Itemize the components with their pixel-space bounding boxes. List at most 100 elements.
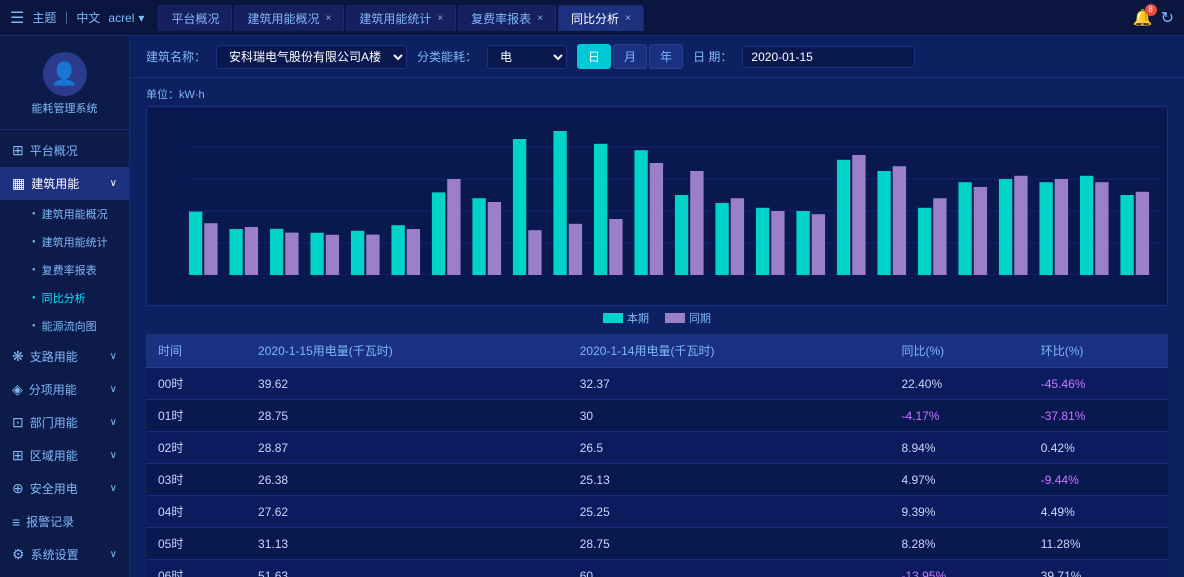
sidebar-item-label-alarm: 报警记录 [26, 513, 74, 530]
legend-current-color [603, 313, 623, 323]
btn-day[interactable]: 月 [613, 44, 647, 69]
close-tab-building-overview[interactable]: × [325, 13, 331, 24]
table-cell: 00时 [146, 368, 246, 400]
sidebar-item-label-dept: 部门用能 [30, 414, 78, 431]
sidebar-item-label-platform: 平台概况 [30, 142, 78, 159]
sidebar-item-alarm[interactable]: ≡ 报警记录 [0, 505, 129, 538]
sidebar-item-safety[interactable]: ⊕ 安全用电 ∨ [0, 472, 129, 505]
sidebar-item-building[interactable]: ▦ 建筑用能 ∨ [0, 167, 129, 200]
table-cell: 26.5 [568, 432, 890, 464]
menu-icon[interactable]: ☰ [10, 8, 24, 28]
tab-yoy-analysis[interactable]: 同比分析 × [558, 5, 644, 31]
table-area: 时间 2020-1-15用电量(千瓦时) 2020-1-14用电量(千瓦时) 同… [130, 334, 1184, 577]
table-cell: 04时 [146, 496, 246, 528]
close-tab-yoy-analysis[interactable]: × [625, 13, 631, 24]
dept-icon: ⊡ [12, 414, 24, 431]
btn-month[interactable]: 年 [649, 44, 683, 69]
chart-area: 单位：kW·h 0 20 40 60 80 100 0时1时2时3时4时5时6时… [130, 78, 1184, 334]
sub-item-label: 能源流向图 [42, 318, 97, 334]
table-cell: 39.71% [1029, 560, 1168, 577]
sidebar-item-branch[interactable]: ❋ 支路用能 ∨ [0, 340, 129, 373]
user-icon: 👤 [51, 61, 78, 87]
notification-icon[interactable]: 🔔 8 [1133, 8, 1153, 28]
table-cell: 4.97% [889, 464, 1028, 496]
building-icon: ▦ [12, 175, 25, 192]
btn-hour[interactable]: 日 [577, 44, 611, 69]
branch-icon: ❋ [12, 348, 24, 365]
legend-prev-label: 同期 [689, 310, 711, 326]
legend-prev: 同期 [665, 310, 711, 326]
main-content: 建筑名称： 安科瑞电气股份有限公司A楼 分类能耗： 电 日 月 年 日 期： 单… [130, 36, 1184, 577]
table-cell: 03时 [146, 464, 246, 496]
building-label: 建筑名称： [146, 48, 206, 65]
legend-current-label: 本期 [627, 310, 649, 326]
sidebar-item-settings[interactable]: ⚙ 系统设置 ∨ [0, 538, 129, 571]
tab-platform[interactable]: 平台概况 [158, 5, 232, 31]
sub-item-energy-flow[interactable]: 能源流向图 [20, 312, 129, 340]
sidebar-item-label-region: 区域用能 [30, 447, 78, 464]
table-body: 00时39.6232.3722.40%-45.46%01时28.7530-4.1… [146, 368, 1168, 577]
table-cell: 11.28% [1029, 528, 1168, 560]
safety-icon: ⊕ [12, 480, 24, 497]
building-select[interactable]: 安科瑞电气股份有限公司A楼 [216, 45, 407, 69]
table-cell: 27.62 [246, 496, 568, 528]
lang-label: 中文 [76, 9, 100, 26]
settings-icon: ⚙ [12, 546, 25, 563]
table-cell: -45.46% [1029, 368, 1168, 400]
sub-item-tariff-report[interactable]: 复费率报表 [20, 256, 129, 284]
tab-building-stats[interactable]: 建筑用能统计 × [346, 5, 456, 31]
table-row: 05时31.1328.758.28%11.28% [146, 528, 1168, 560]
sub-item-building-overview[interactable]: 建筑用能概况 [20, 200, 129, 228]
sub-item-label: 同比分析 [42, 290, 86, 306]
sub-item-label: 复费率报表 [42, 262, 97, 278]
close-tab-building-stats[interactable]: × [437, 13, 443, 24]
sub-nav-building: 建筑用能概况 建筑用能统计 复费率报表 同比分析 能源流向图 [0, 200, 129, 340]
sidebar-item-dept[interactable]: ⊡ 部门用能 ∨ [0, 406, 129, 439]
sidebar-item-label-building: 建筑用能 [31, 175, 79, 192]
table-row: 03时26.3825.134.97%-9.44% [146, 464, 1168, 496]
table-cell: 05时 [146, 528, 246, 560]
table-row: 02时28.8726.58.94%0.42% [146, 432, 1168, 464]
table-cell: 8.28% [889, 528, 1028, 560]
table-cell: 31.13 [246, 528, 568, 560]
table-cell: 39.62 [246, 368, 568, 400]
legend-prev-color [665, 313, 685, 323]
subitem-icon: ◈ [12, 381, 23, 398]
sidebar-item-platform[interactable]: ⊞ 平台概况 [0, 134, 129, 167]
user-arrow: ▾ [138, 11, 144, 25]
sidebar-item-subitem[interactable]: ◈ 分项用能 ∨ [0, 373, 129, 406]
sub-item-building-stats[interactable]: 建筑用能统计 [20, 228, 129, 256]
table-cell: -9.44% [1029, 464, 1168, 496]
dept-arrow: ∨ [110, 417, 117, 428]
table-cell: -13.95% [889, 560, 1028, 577]
category-select[interactable]: 电 [487, 45, 567, 69]
table-cell: 02时 [146, 432, 246, 464]
sidebar-item-label-branch: 支路用能 [30, 348, 78, 365]
alarm-icon: ≡ [12, 514, 20, 530]
sub-item-label: 建筑用能概况 [42, 206, 108, 222]
table-row: 01时28.7530-4.17%-37.81% [146, 400, 1168, 432]
sidebar-item-region[interactable]: ⊞ 区域用能 ∨ [0, 439, 129, 472]
table-row: 04时27.6225.259.39%4.49% [146, 496, 1168, 528]
sub-item-yoy-analysis[interactable]: 同比分析 [20, 284, 129, 312]
date-input[interactable] [742, 46, 915, 68]
refresh-icon[interactable]: ↻ [1161, 8, 1174, 28]
sidebar-nav: ⊞ 平台概况 ▦ 建筑用能 ∨ 建筑用能概况 建筑用能统计 复费率报表 同比分析… [0, 130, 129, 577]
sidebar-item-label-settings: 系统设置 [31, 546, 79, 563]
close-tab-tariff-report[interactable]: × [537, 13, 543, 24]
table-cell: 28.75 [246, 400, 568, 432]
table-cell: 28.87 [246, 432, 568, 464]
tab-building-overview[interactable]: 建筑用能概况 × [234, 5, 344, 31]
building-arrow: ∨ [110, 178, 117, 189]
tab-tariff-report[interactable]: 复费率报表 × [458, 5, 556, 31]
chart-unit: 单位：kW·h [146, 86, 1168, 102]
topbar: ☰ 主题 ｜ 中文 acrel ▾ 平台概况 建筑用能概况 × 建筑用能统计 ×… [0, 0, 1184, 36]
table-cell: 22.40% [889, 368, 1028, 400]
branch-arrow: ∨ [110, 351, 117, 362]
th-mom: 环比(%) [1029, 334, 1168, 368]
table-cell: 0.42% [1029, 432, 1168, 464]
table-row: 06时51.6360-13.95%39.71% [146, 560, 1168, 577]
table-cell: 28.75 [568, 528, 890, 560]
table-cell: 8.94% [889, 432, 1028, 464]
chart-container: 0 20 40 60 80 100 0时1时2时3时4时5时6时7时8时9时10… [146, 106, 1168, 306]
